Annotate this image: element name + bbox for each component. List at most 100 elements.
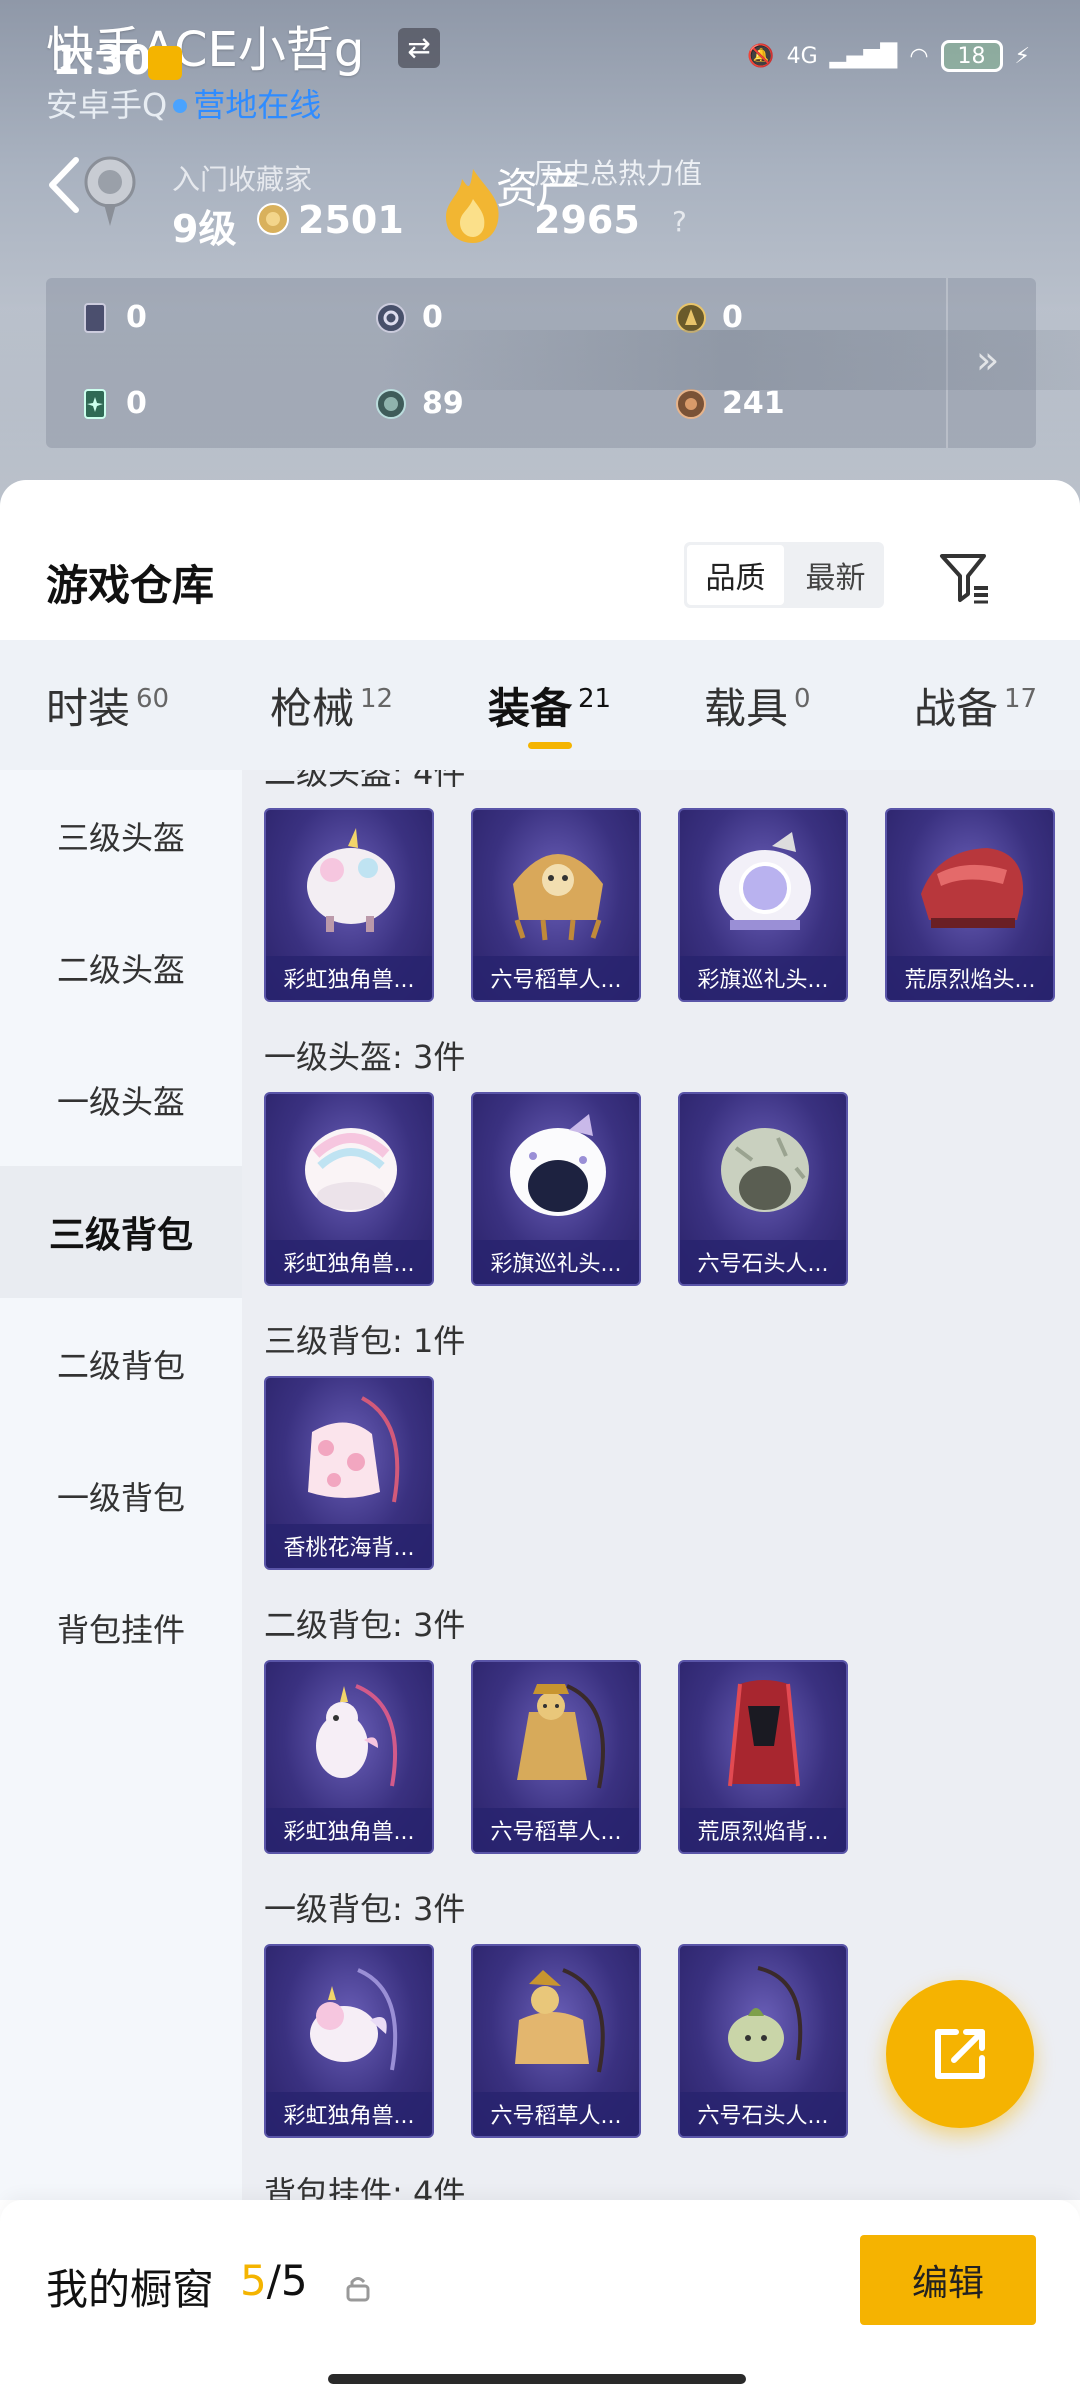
item-name: 六号石头人... [680, 2092, 846, 2136]
item-card[interactable]: 六号石头人... [678, 1092, 848, 1286]
item-card[interactable]: 彩虹独角兽... [264, 808, 434, 1002]
section-title: 一级背包: 3件 [264, 1890, 466, 1928]
item-name: 六号稻草人... [473, 956, 639, 1000]
showcase-total: /5 [266, 2256, 308, 2305]
item-card[interactable]: 彩虹独角兽... [264, 1944, 434, 2138]
sort-quality-button[interactable]: 品质 [687, 545, 784, 605]
coin-value: 2501 [298, 198, 404, 242]
stats-panel[interactable] [46, 278, 1036, 448]
filter-icon[interactable] [938, 550, 992, 604]
stat-value: 89 [422, 386, 464, 421]
sidebar-item-lv2-backpack[interactable]: 二级背包 [0, 1298, 242, 1430]
sort-latest-button[interactable]: 最新 [787, 542, 884, 608]
edit-button[interactable]: 编辑 [860, 2235, 1036, 2325]
battery-icon: 18 [940, 40, 1003, 72]
stats-more-arrow[interactable]: » [976, 338, 999, 382]
signal-icon: ▂▄▆█ [829, 43, 898, 69]
network-label: 4G [786, 43, 818, 69]
stat-item: 0 [374, 300, 443, 335]
item-card[interactable]: 荒原烈焰头... [885, 808, 1055, 1002]
showcase-used: 5 [240, 2256, 267, 2305]
bronze-coin-icon [676, 388, 706, 419]
item-name: 六号石头人... [680, 1240, 846, 1284]
heat-value: 2965 [534, 198, 640, 242]
tab-count: 21 [578, 684, 612, 714]
status-icons: 🔕 4G ▂▄▆█ ◠ 18 ⚡ [747, 40, 1030, 72]
green-card-icon [84, 388, 106, 419]
sidebar-item-lv3-backpack[interactable]: 三级背包 [0, 1166, 242, 1298]
stat-item: 0 [674, 300, 743, 335]
item-name: 彩虹独角兽... [266, 956, 432, 1000]
rank-emblem-icon [84, 156, 136, 226]
stat-value: 0 [126, 300, 147, 335]
notification-icon [148, 46, 182, 80]
tab-count: 17 [1004, 684, 1038, 714]
stat-value: 0 [126, 386, 147, 421]
section-title: 二级头盔: 4件 [264, 770, 466, 792]
sidebar-item-lv1-backpack[interactable]: 一级背包 [0, 1430, 242, 1562]
item-name: 六号稻草人... [473, 2092, 639, 2136]
item-card[interactable]: 荒原烈焰背... [678, 1660, 848, 1854]
stone-backpack-icon [728, 1966, 803, 2062]
platform-line: 安卓手Q 营地在线 [46, 80, 321, 126]
item-card[interactable]: 彩旗巡礼头... [471, 1092, 641, 1286]
orb-icon [376, 388, 406, 419]
battery-level: 18 [957, 43, 986, 69]
peach-blossom-backpack-icon [308, 1396, 400, 1503]
tab-label: 装备 [488, 683, 573, 733]
scarecrow-backpack-icon [515, 1968, 605, 2073]
item-card[interactable]: 彩旗巡礼头... [678, 808, 848, 1002]
tab-count: 12 [360, 684, 394, 714]
item-card[interactable]: 六号稻草人... [471, 1944, 641, 2138]
active-tab-indicator [528, 742, 572, 749]
stat-item: 0 [78, 300, 147, 335]
sidebar-item-backpack-charm[interactable]: 背包挂件 [0, 1562, 242, 1694]
item-name: 彩旗巡礼头... [680, 956, 846, 1000]
wasteland-flame-backpack-icon [728, 1680, 800, 1787]
unicorn-helmet-icon [305, 1128, 397, 1212]
item-name: 彩虹独角兽... [266, 1808, 432, 1852]
sidebar-item-lv1-helmet[interactable]: 一级头盔 [0, 1034, 242, 1166]
unicorn-helmet-icon [307, 828, 395, 932]
share-button[interactable] [886, 1980, 1034, 2128]
help-icon[interactable]: ? [672, 205, 687, 238]
wasteland-flame-helmet-icon [921, 848, 1024, 928]
tab-vehicles[interactable]: 载具 0 [704, 640, 811, 770]
tab-preparation[interactable]: 战备 17 [914, 640, 1037, 770]
sheet-header: 游戏仓库 品质 最新 [0, 480, 1080, 640]
tab-label: 枪械 [270, 683, 355, 733]
sheet-title: 游戏仓库 [46, 561, 215, 610]
online-status: 营地在线 [193, 86, 322, 124]
rank-level: 9级 [172, 207, 237, 251]
tab-guns[interactable]: 枪械 12 [270, 640, 393, 770]
item-name: 荒原烈焰头... [887, 956, 1053, 1000]
sidebar-item-lv2-helmet[interactable]: 二级头盔 [0, 902, 242, 1034]
item-card[interactable]: 六号稻草人... [471, 1660, 641, 1854]
rank-title: 入门收藏家 [172, 163, 313, 196]
tab-count: 60 [136, 684, 170, 714]
wifi-icon: ◠ [909, 43, 929, 69]
item-card[interactable]: 彩虹独角兽... [264, 1092, 434, 1286]
tab-label: 战备 [914, 683, 999, 733]
unicorn-backpack-icon [316, 1684, 397, 1787]
scarecrow-helmet-icon [513, 854, 603, 941]
tab-equipment[interactable]: 装备 21 [488, 640, 611, 770]
tab-count: 0 [794, 684, 811, 714]
charging-icon: ⚡ [1014, 43, 1030, 69]
item-card[interactable]: 六号稻草人... [471, 808, 641, 1002]
lock-icon [346, 2277, 370, 2302]
tab-fashion[interactable]: 时装 60 [46, 640, 169, 770]
section-title: 背包挂件: 4件 [264, 2174, 466, 2200]
status-time: 1:30 [52, 38, 152, 84]
home-indicator[interactable] [328, 2374, 746, 2384]
card-icon [84, 302, 106, 333]
item-card[interactable]: 彩虹独角兽... [264, 1660, 434, 1854]
stat-item: 89 [374, 386, 464, 421]
item-card[interactable]: 六号石头人... [678, 1944, 848, 2138]
section-title: 二级背包: 3件 [264, 1606, 466, 1644]
stone-helmet-icon [721, 1128, 809, 1212]
item-name: 彩旗巡礼头... [473, 1240, 639, 1284]
flag-helmet-icon [510, 1114, 606, 1216]
item-card[interactable]: 香桃花海背... [264, 1376, 434, 1570]
sidebar-item-lv3-helmet[interactable]: 三级头盔 [0, 770, 242, 902]
